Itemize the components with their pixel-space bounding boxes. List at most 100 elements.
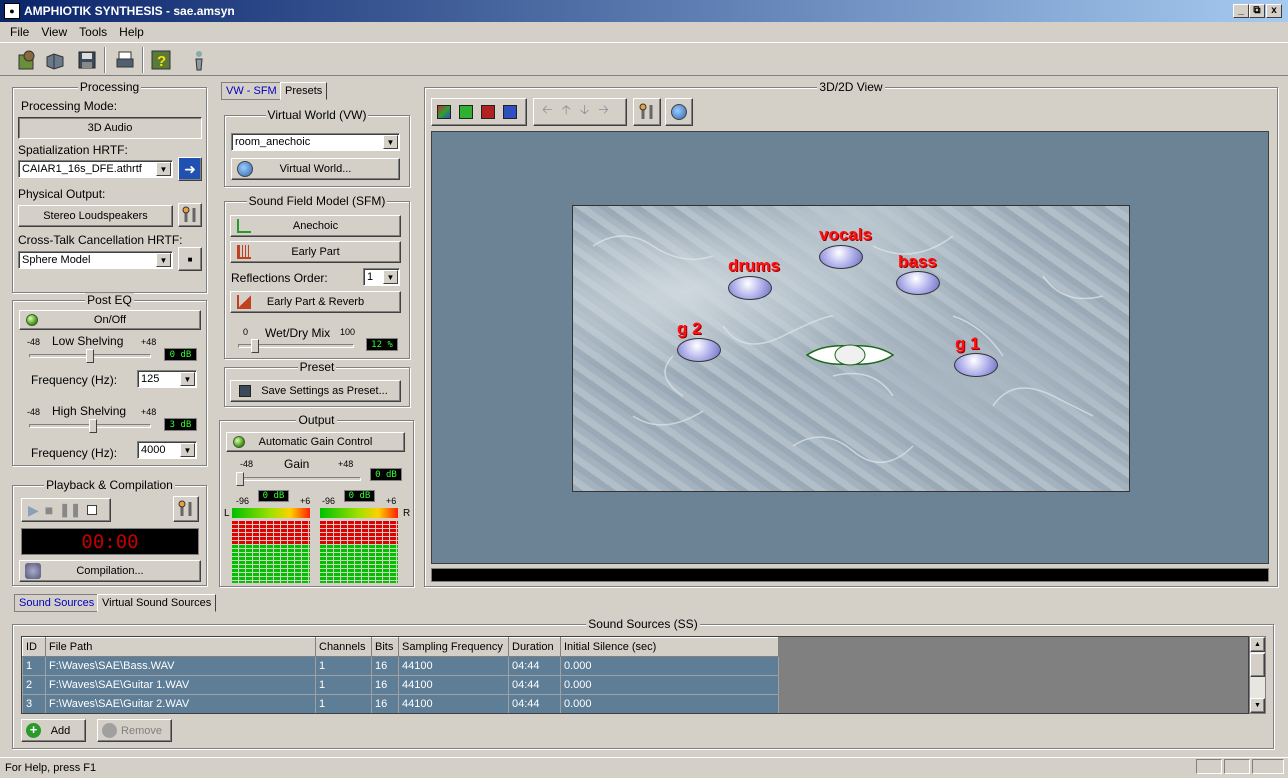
remove-source-button[interactable]: Remove (97, 719, 172, 742)
info-icon[interactable] (186, 47, 212, 73)
right-level-bar (320, 508, 398, 518)
physical-output-button[interactable]: Stereo Loudspeakers (18, 205, 173, 227)
arrow-up-icon[interactable]: 🡡 (562, 101, 571, 123)
gain-slider[interactable] (236, 472, 244, 486)
restore-button[interactable]: ⧉ (1249, 4, 1265, 18)
arrow-down-icon[interactable]: 🡣 (580, 101, 589, 123)
source-drums[interactable] (728, 276, 772, 300)
xtalk-settings-button[interactable]: ■ (178, 247, 202, 271)
col-initial-silence[interactable]: Initial Silence (sec) (560, 637, 779, 657)
blue-view-icon[interactable] (503, 105, 517, 119)
tab-virtual-sound-sources[interactable]: Virtual Sound Sources (97, 594, 217, 612)
play-icon[interactable]: ▶ (28, 502, 39, 519)
green-view-icon[interactable] (459, 105, 473, 119)
cube-view-icon[interactable] (437, 105, 451, 119)
col-duration[interactable]: Duration (508, 637, 561, 657)
chevron-down-icon[interactable]: ▼ (383, 135, 398, 149)
high-frequency-select[interactable]: 4000 ▼ (137, 441, 197, 459)
scroll-up-icon[interactable]: ▲ (1250, 637, 1265, 652)
col-bits[interactable]: Bits (371, 637, 399, 657)
menu-help[interactable]: Help (113, 25, 150, 39)
save-icon (239, 385, 251, 397)
cell-bits: 16 (371, 694, 399, 713)
xtalk-select[interactable]: Sphere Model ▼ (18, 251, 173, 269)
agc-button[interactable]: Automatic Gain Control (226, 432, 405, 452)
chevron-down-icon[interactable]: ▼ (180, 372, 195, 386)
menu-file[interactable]: File (4, 25, 35, 39)
scroll-thumb[interactable] (1250, 653, 1265, 677)
playback-settings-button[interactable] (173, 496, 199, 522)
menu-tools[interactable]: Tools (73, 25, 113, 39)
listener-head[interactable] (803, 342, 897, 368)
virtual-world-select[interactable]: room_anechoic ▼ (231, 133, 400, 151)
save-preset-button[interactable]: Save Settings as Preset... (230, 380, 401, 402)
cell-channels: 1 (315, 656, 372, 676)
low-frequency-select[interactable]: 125 ▼ (137, 370, 197, 388)
hrtf-select[interactable]: CAIAR1_16s_DFE.athrtf ▼ (18, 160, 173, 178)
close-button[interactable]: x (1266, 4, 1282, 18)
low-shelving-slider[interactable] (86, 349, 94, 363)
tab-presets[interactable]: Presets (280, 82, 328, 100)
tab-sound-sources[interactable]: Sound Sources (14, 594, 100, 612)
source-g2[interactable] (677, 338, 721, 362)
sfm-title: Sound Field Model (SFM) (246, 194, 388, 208)
help-icon[interactable]: ? (148, 47, 174, 73)
menu-view[interactable]: View (35, 25, 73, 39)
view-world-button[interactable] (665, 98, 693, 126)
table-row[interactable]: 3 F:\Waves\SAE\Guitar 2.WAV 1 16 44100 0… (22, 694, 779, 713)
minimize-button[interactable]: _ (1233, 4, 1249, 18)
high-shelving-value: 3 dB (164, 418, 197, 431)
table-row[interactable]: 1 F:\Waves\SAE\Bass.WAV 1 16 44100 04:44… (22, 656, 779, 676)
col-id[interactable]: ID (22, 637, 46, 657)
early-part-button[interactable]: Early Part (230, 241, 401, 263)
table-scrollbar[interactable]: ▲ ▼ (1249, 636, 1266, 714)
scroll-down-icon[interactable]: ▼ (1250, 698, 1265, 713)
record-checkbox[interactable] (87, 505, 98, 515)
room-scene[interactable]: vocals drums bass g 2 g 1 (572, 205, 1130, 492)
post-eq-onoff-button[interactable]: On/Off (19, 310, 201, 330)
col-file-path[interactable]: File Path (45, 637, 316, 657)
early-reverb-button[interactable]: Early Part & Reverb (230, 291, 401, 313)
col-sampling-frequency[interactable]: Sampling Frequency (398, 637, 509, 657)
view-settings-button[interactable] (633, 98, 661, 126)
low-min-label: -48 (27, 337, 41, 347)
early-part-label: Early Part (291, 246, 340, 258)
col-channels[interactable]: Channels (315, 637, 372, 657)
pause-icon[interactable]: ❚❚ (59, 502, 81, 518)
add-source-button[interactable]: + Add (21, 719, 86, 742)
compile-icon (25, 563, 41, 579)
source-vocals[interactable] (819, 245, 863, 269)
virtual-world-button[interactable]: Virtual World... (231, 158, 400, 180)
chevron-down-icon[interactable]: ▼ (156, 253, 171, 267)
view-canvas[interactable]: vocals drums bass g 2 g 1 (431, 131, 1269, 564)
open-icon[interactable] (42, 47, 68, 73)
svg-text:?: ? (157, 53, 166, 70)
hrtf-next-button[interactable]: ➜ (178, 157, 202, 181)
processing-group: Processing Processing Mode: 3D Audio Spa… (12, 80, 207, 293)
new-project-icon[interactable] (14, 47, 40, 73)
output-settings-button[interactable] (178, 203, 202, 227)
red-view-icon[interactable] (481, 105, 495, 119)
print-icon[interactable] (112, 47, 138, 73)
stop-icon[interactable]: ■ (45, 502, 53, 518)
arrow-right-icon[interactable]: 🡢 (598, 101, 609, 123)
table-row[interactable]: 2 F:\Waves\SAE\Guitar 1.WAV 1 16 44100 0… (22, 675, 779, 695)
mix-slider[interactable] (250, 339, 259, 353)
cell-duration: 04:44 (508, 675, 561, 695)
source-g1[interactable] (954, 353, 998, 377)
source-bass[interactable] (896, 271, 940, 295)
chevron-down-icon[interactable]: ▼ (180, 443, 195, 457)
high-shelving-slider[interactable] (89, 419, 98, 433)
processing-mode-button[interactable]: 3D Audio (18, 117, 202, 139)
compilation-button[interactable]: Compilation... (19, 560, 201, 582)
high-min-label: -48 (27, 407, 41, 417)
tab-vw-sfm[interactable]: VW - SFM (221, 82, 282, 100)
save-icon[interactable] (74, 47, 100, 73)
chevron-down-icon[interactable]: ▼ (383, 270, 398, 284)
arrow-left-icon[interactable]: 🡠 (542, 101, 553, 123)
cell-sampling-frequency: 44100 (398, 656, 509, 676)
gain-value: 0 dB (370, 468, 402, 481)
chevron-down-icon[interactable]: ▼ (156, 162, 171, 176)
reflections-order-select[interactable]: 1 ▼ (363, 268, 400, 286)
anechoic-button[interactable]: Anechoic (230, 215, 401, 237)
